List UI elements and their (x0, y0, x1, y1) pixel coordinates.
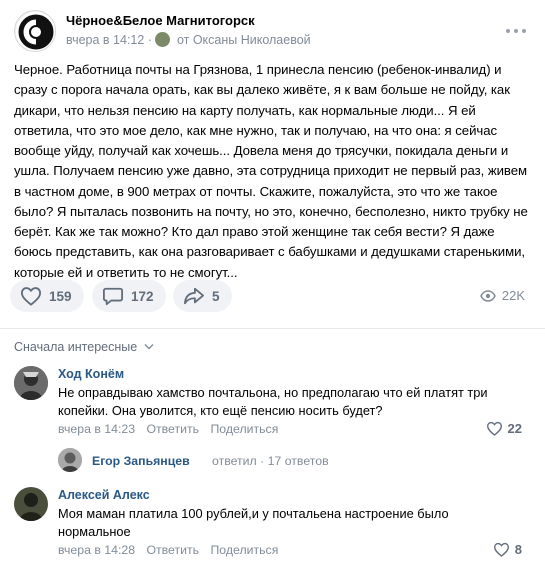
comment-like-count: 22 (507, 421, 522, 436)
replies-count[interactable]: ответил · 17 ответов (212, 454, 329, 468)
post-time[interactable]: вчера в 14:12 (66, 33, 144, 47)
comment-like-button[interactable]: 8 (493, 542, 522, 557)
reply-button[interactable]: Ответить (146, 543, 199, 557)
like-button[interactable]: 159 (10, 280, 84, 312)
chevron-down-icon (144, 344, 154, 350)
comment-footer: вчера в 14:28 Ответить Поделиться (58, 543, 278, 557)
group-avatar[interactable] (14, 10, 56, 52)
comment-author[interactable]: Алексей Алекс (58, 488, 150, 502)
comment-like-count: 8 (514, 542, 522, 557)
comment-icon (103, 287, 123, 306)
share-comment-button[interactable]: Поделиться (210, 422, 278, 436)
comment-text: Моя маман платила 100 рублей,и у почталь… (58, 506, 449, 539)
comment-button[interactable]: 172 (92, 280, 166, 312)
views-counter: 22K (480, 288, 525, 303)
comment-item: Ход Конём Не оправдываю хамство почтальо… (14, 366, 534, 442)
post-meta: вчера в 14:12 · от Оксаны Николаевой (66, 32, 311, 47)
comment-author[interactable]: Ход Конём (58, 367, 124, 381)
comment-time[interactable]: вчера в 14:28 (58, 543, 135, 557)
more-options-icon[interactable] (506, 24, 526, 38)
heart-icon (20, 287, 41, 306)
share-button[interactable]: 5 (173, 280, 232, 312)
comment-text: Не оправдываю хамство почтальона, но пре… (58, 385, 488, 418)
meta-separator: · (147, 33, 156, 47)
heart-icon (486, 421, 502, 436)
post-text: Черное. Работница почты на Грязнова, 1 п… (14, 62, 528, 280)
post-header: Чёрное&Белое Магнитогорск вчера в 14:12 … (14, 10, 534, 54)
share-icon (184, 287, 204, 305)
post-actions: 159 172 5 22K (10, 280, 535, 312)
comment-like-button[interactable]: 22 (486, 421, 522, 436)
comment-footer: вчера в 14:23 Ответить Поделиться (58, 422, 278, 436)
sort-label: Сначала интересные (14, 340, 138, 354)
avatar[interactable] (58, 448, 82, 472)
author-avatar[interactable] (155, 32, 171, 47)
share-comment-button[interactable]: Поделиться (210, 543, 278, 557)
group-name[interactable]: Чёрное&Белое Магнитогорск (66, 13, 255, 28)
reply-button[interactable]: Ответить (146, 422, 199, 436)
comment-item: Алексей Алекс Моя маман платила 100 рубл… (14, 487, 534, 563)
replies-thread[interactable]: Егор Запьянцев ответил · 17 ответов (58, 448, 478, 474)
divider (0, 328, 545, 329)
reply-author[interactable]: Егор Запьянцев (92, 454, 190, 468)
comments-sort-dropdown[interactable]: Сначала интересные (14, 340, 154, 354)
comment-time[interactable]: вчера в 14:23 (58, 422, 135, 436)
views-count: 22K (501, 288, 525, 303)
post-from-author[interactable]: от Оксаны Николаевой (177, 33, 311, 47)
avatar[interactable] (14, 487, 48, 521)
heart-icon (493, 542, 509, 557)
like-count: 159 (49, 288, 72, 304)
eye-icon (480, 289, 496, 302)
share-count: 5 (212, 288, 220, 304)
avatar[interactable] (14, 366, 48, 400)
comment-count: 172 (131, 288, 154, 304)
